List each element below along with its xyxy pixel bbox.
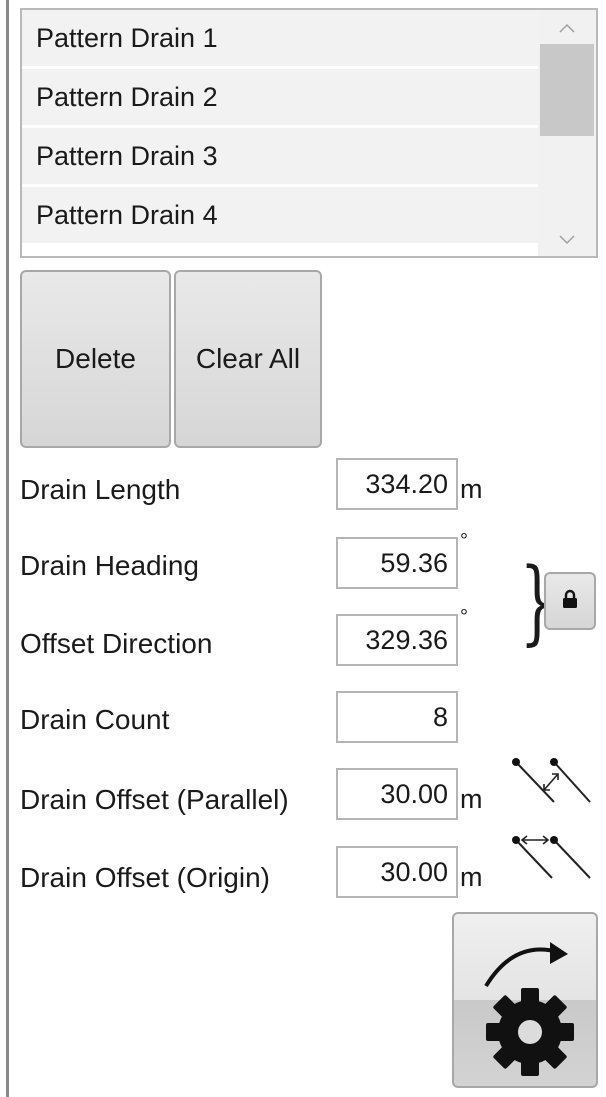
delete-button[interactable]: Delete (20, 270, 171, 448)
lock-button[interactable] (544, 572, 596, 630)
drain-offset-origin-label: Drain Offset (Origin) (20, 862, 270, 893)
drain-heading-field[interactable] (336, 537, 458, 589)
list-item[interactable]: Pattern Drain 3 (22, 128, 538, 184)
generate-button[interactable] (452, 912, 598, 1088)
drain-count-field[interactable] (336, 691, 458, 743)
origin-offset-icon (508, 832, 592, 889)
list-scrollbar[interactable] (538, 10, 596, 256)
drain-list-items: Pattern Drain 1 Pattern Drain 2 Pattern … (22, 10, 538, 246)
parallel-offset-icon (508, 756, 592, 813)
drain-offset-parallel-field[interactable] (336, 768, 458, 820)
drain-length-unit: m (460, 474, 483, 504)
drain-count-label: Drain Count (20, 704, 170, 735)
drain-length-field[interactable] (336, 458, 458, 510)
drain-heading-unit: ° (460, 530, 468, 552)
scroll-up-icon[interactable] (538, 14, 596, 42)
drain-length-label: Drain Length (20, 474, 181, 505)
scroll-thumb[interactable] (540, 44, 594, 136)
offset-direction-field[interactable] (336, 614, 458, 666)
rotate-gear-icon (454, 914, 596, 1091)
drain-offset-origin-unit: m (460, 862, 483, 892)
drain-list[interactable]: Pattern Drain 1 Pattern Drain 2 Pattern … (20, 8, 598, 258)
drain-heading-label: Drain Heading (20, 550, 199, 581)
drain-offset-parallel-unit: m (460, 784, 483, 814)
scroll-down-icon[interactable] (538, 226, 596, 254)
drain-offset-parallel-label: Drain Offset (Parallel) (20, 784, 289, 815)
clear-all-button[interactable]: Clear All (174, 270, 322, 448)
offset-direction-unit: ° (460, 606, 468, 628)
lock-icon (561, 589, 579, 614)
list-item[interactable]: Pattern Drain 4 (22, 187, 538, 243)
list-item[interactable]: Pattern Drain 2 (22, 69, 538, 125)
panel-left-border (6, 0, 9, 1097)
list-item[interactable]: Pattern Drain 1 (22, 10, 538, 66)
drain-offset-origin-field[interactable] (336, 846, 458, 898)
offset-direction-label: Offset Direction (20, 628, 213, 659)
